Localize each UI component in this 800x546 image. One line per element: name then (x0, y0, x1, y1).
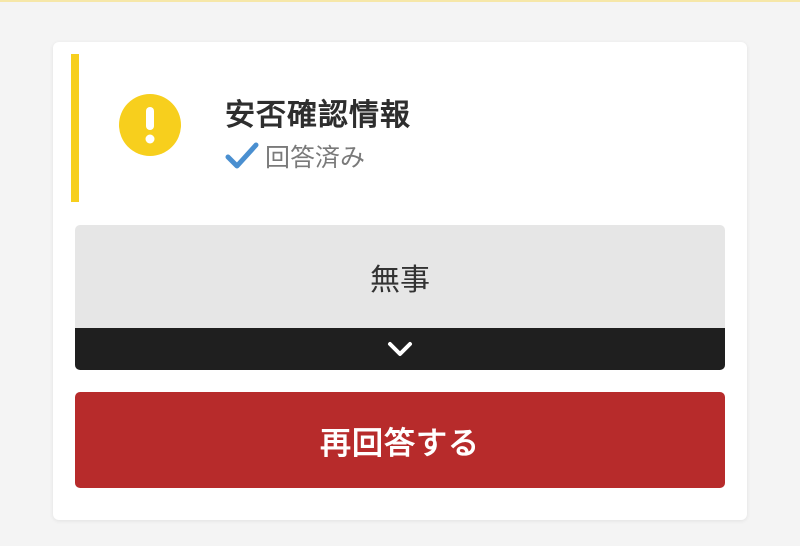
accent-bar (71, 54, 79, 202)
safety-confirmation-card: 安否確認情報 回答済み 無事 再回答する (53, 42, 747, 520)
reanswer-button[interactable]: 再回答する (75, 392, 725, 488)
card-title: 安否確認情報 (225, 98, 411, 133)
exclamation-circle-icon (119, 94, 181, 156)
checkmark-icon (225, 142, 259, 169)
selected-value[interactable]: 無事 (75, 225, 725, 328)
status-label: 回答済み (265, 143, 366, 172)
safety-status-select[interactable]: 無事 (75, 225, 725, 370)
answer-status: 回答済み (225, 138, 365, 174)
top-divider (0, 0, 800, 2)
chevron-down-icon (388, 342, 412, 356)
dropdown-toggle[interactable] (75, 328, 725, 370)
